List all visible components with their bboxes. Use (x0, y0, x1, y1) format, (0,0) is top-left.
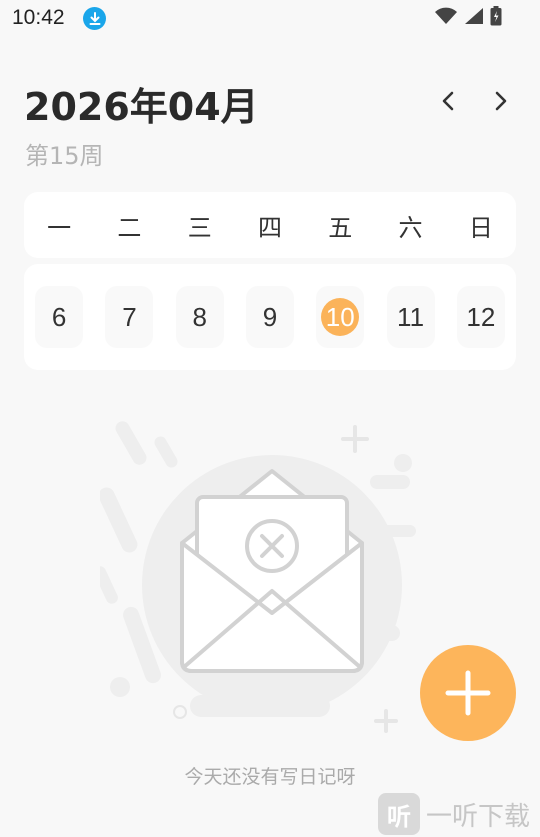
week-label: 第15周 (25, 142, 104, 170)
empty-envelope-illustration (100, 421, 416, 733)
add-diary-button[interactable] (420, 645, 516, 741)
date-label: 7 (122, 301, 137, 332)
battery-icon (490, 6, 502, 26)
watermark: 听 一听下载 (378, 792, 540, 836)
date-cell[interactable]: 6 (35, 286, 84, 348)
weekday-wed: 三 (187, 213, 212, 242)
status-icons (434, 6, 502, 26)
wifi-icon (435, 7, 457, 24)
next-month-button[interactable] (486, 86, 516, 116)
prev-month-button[interactable] (433, 86, 463, 116)
chevron-right-icon (495, 91, 507, 111)
weekday-sat: 六 (398, 213, 423, 242)
watermark-text: 一听下载 (426, 801, 531, 832)
weekday-tue: 二 (117, 213, 142, 242)
chevron-left-icon (442, 91, 454, 111)
status-time: 10:42 (12, 6, 65, 29)
date-label: 10 (321, 298, 360, 336)
plus-icon (445, 670, 491, 716)
weekday-thu: 四 (257, 213, 282, 242)
watermark-logo: 听 (378, 793, 420, 835)
date-label: 11 (397, 301, 425, 332)
weekday-fri: 五 (328, 213, 353, 242)
weekday-mon: 一 (47, 213, 72, 242)
week-dates: 6 7 8 9 10 11 12 (24, 264, 516, 370)
empty-state-message: 今天还没有写日记呀 (184, 766, 356, 788)
date-cell[interactable]: 11 (386, 286, 435, 348)
date-cell[interactable]: 7 (105, 286, 154, 348)
date-cell-selected[interactable]: 10 (316, 286, 365, 348)
month-title: 2026年04月 (24, 85, 259, 129)
date-label: 12 (466, 301, 496, 332)
date-cell[interactable]: 8 (175, 286, 224, 348)
date-label: 9 (262, 301, 278, 332)
weekday-sun: 日 (468, 213, 493, 242)
date-cell[interactable]: 12 (456, 286, 505, 348)
signal-icon (465, 8, 483, 24)
date-label: 6 (51, 301, 67, 332)
weekday-header: 一 二 三 四 五 六 日 (24, 192, 516, 258)
download-icon (83, 7, 106, 30)
date-cell[interactable]: 9 (245, 286, 294, 348)
status-bar: 10:42 (0, 0, 540, 38)
date-label: 8 (192, 301, 207, 332)
